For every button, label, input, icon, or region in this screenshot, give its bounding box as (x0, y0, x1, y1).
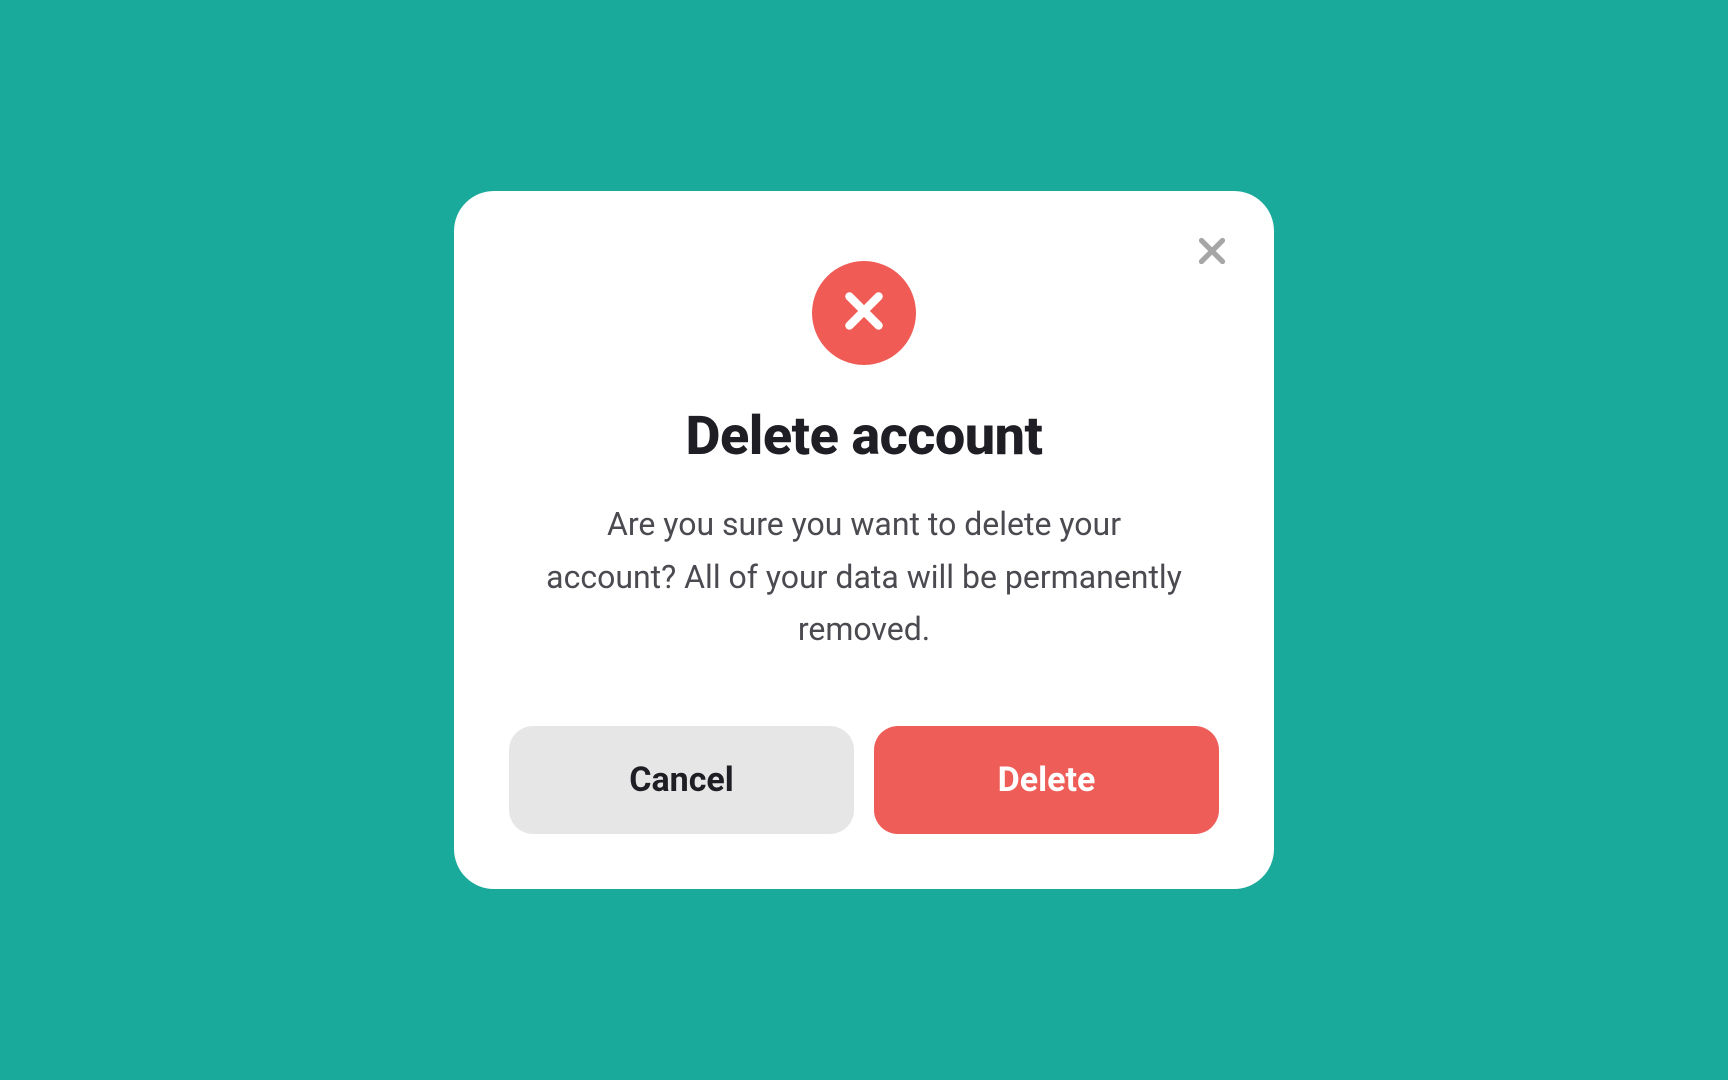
button-row: Cancel Delete (509, 726, 1219, 834)
x-icon (839, 286, 889, 340)
confirmation-modal: Delete account Are you sure you want to … (454, 191, 1274, 889)
delete-button[interactable]: Delete (874, 726, 1219, 834)
cancel-button[interactable]: Cancel (509, 726, 854, 834)
modal-description: Are you sure you want to delete your acc… (544, 498, 1184, 656)
close-button[interactable] (1192, 233, 1232, 273)
modal-title: Delete account (686, 405, 1043, 468)
close-icon (1194, 233, 1230, 273)
warning-icon-circle (812, 261, 916, 365)
